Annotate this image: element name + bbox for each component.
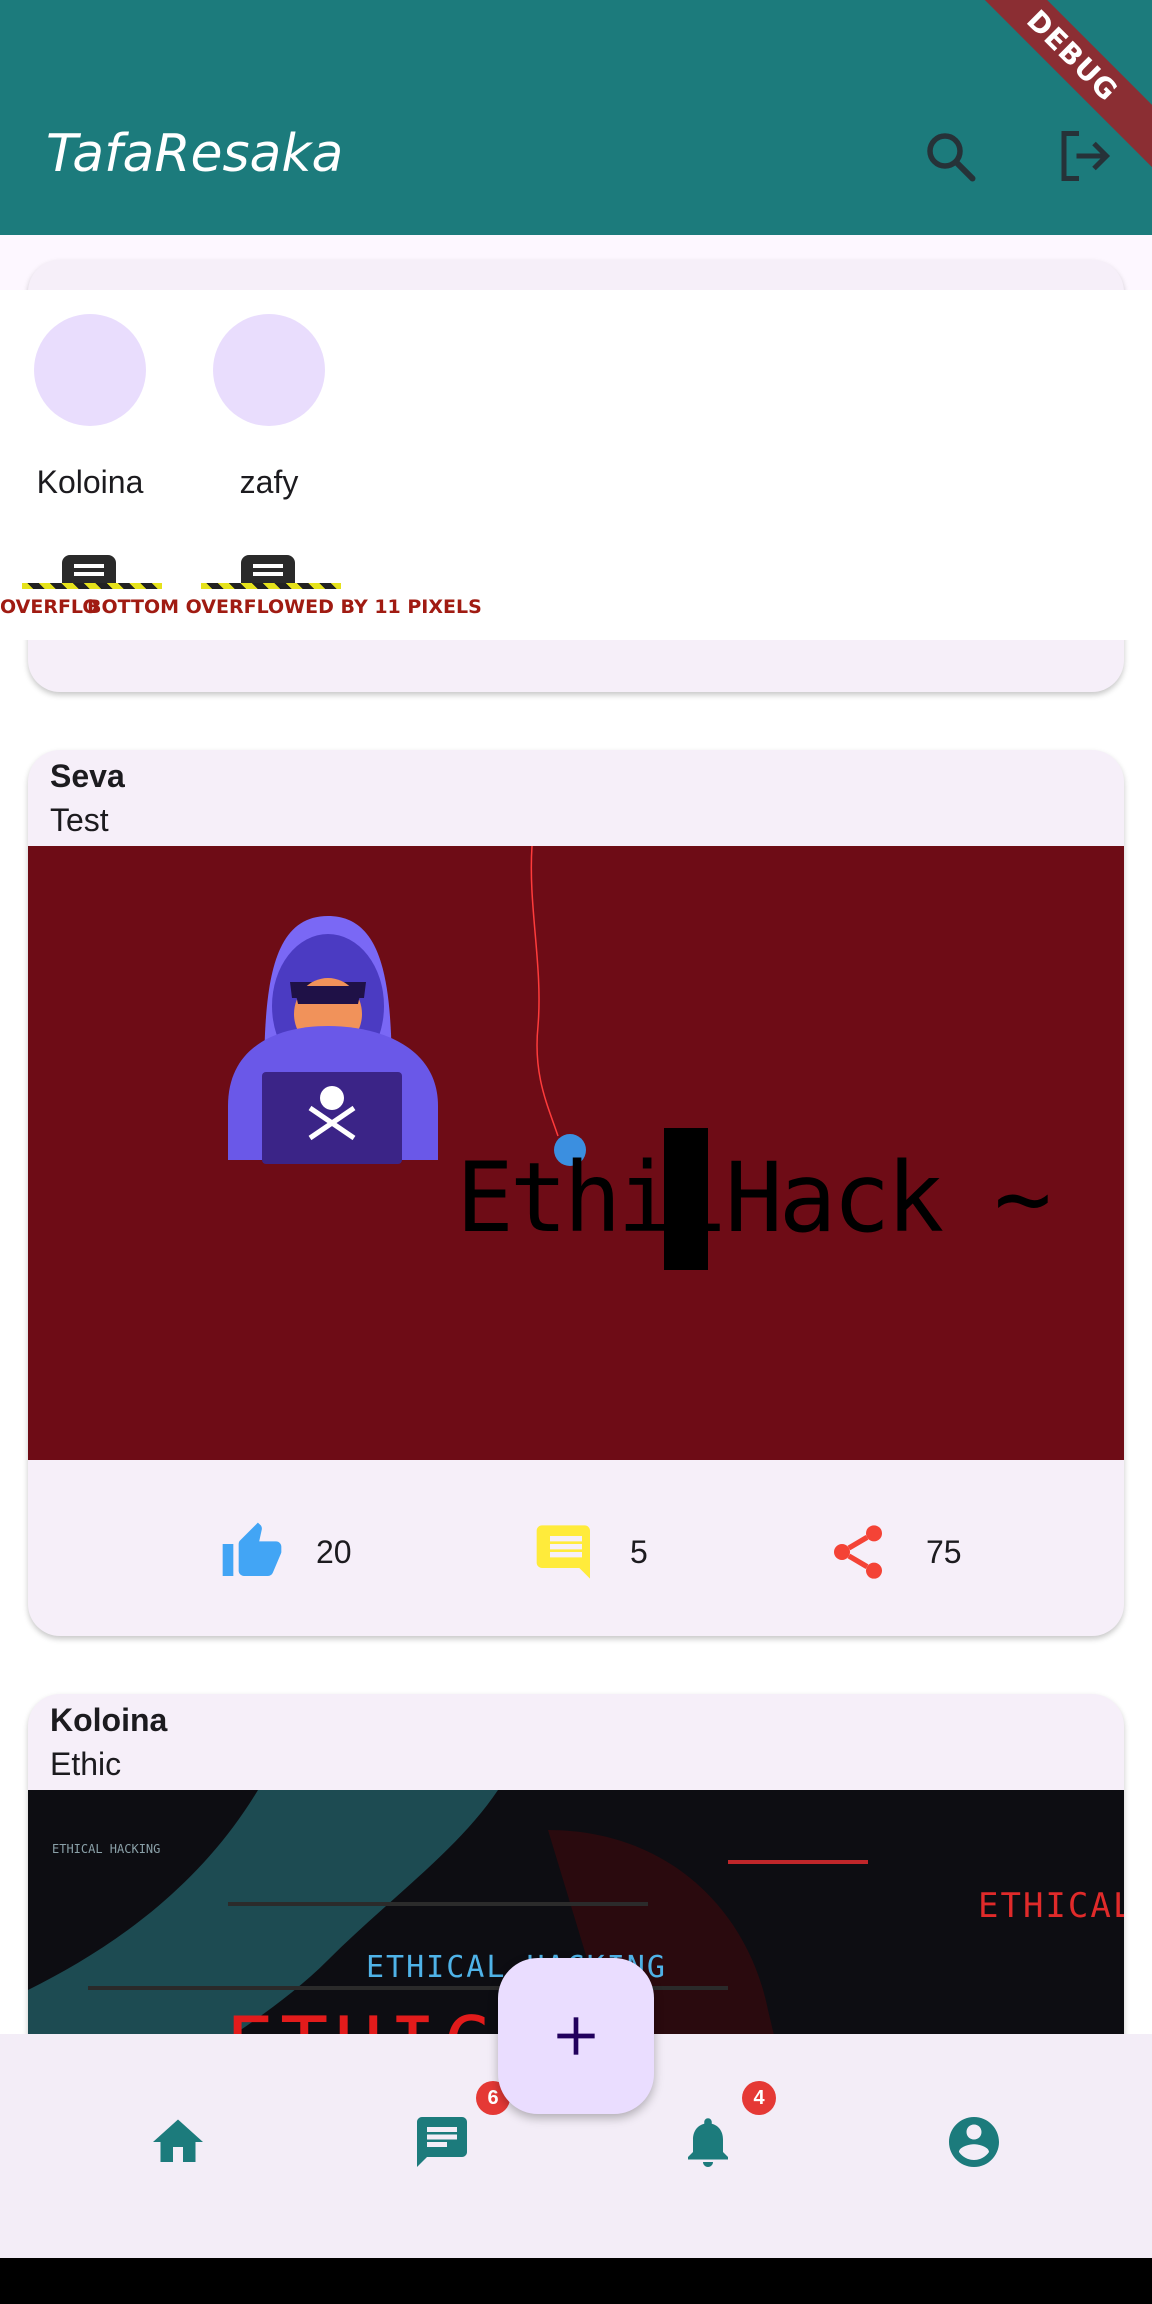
app-title: TafaResaka [46,124,344,184]
like-count: 20 [316,1534,352,1570]
comment-icon [536,1525,590,1579]
chat-icon[interactable] [412,2112,472,2172]
avatar[interactable] [213,314,325,426]
comment-button[interactable]: 5 [534,1520,674,1584]
overflow-stub [201,555,341,589]
share-icon [834,1525,882,1579]
post-image[interactable]: EthilHack ~ [28,845,1124,1460]
share-count: 75 [926,1534,962,1570]
home-icon[interactable] [148,2112,208,2172]
app-bar: TafaResaka DEBUG [0,0,1152,235]
comment-count: 5 [630,1534,648,1570]
overflow-warning: BOTTOM OVERFLOWED BY 11 PIXELS [87,596,482,618]
image-caption: EthilHack ~ [456,1142,1052,1254]
search-icon[interactable] [920,126,980,186]
bell-icon[interactable] [678,2112,738,2172]
post-actions: 20 5 75 [28,1460,1124,1636]
like-button[interactable]: 20 [220,1520,380,1584]
overflow-warning: OVERFLO [0,596,99,618]
image-text: ETHICAL [978,1886,1124,1926]
post-author: Koloina [50,1702,168,1738]
story-name: Koloina [36,464,144,500]
image-text: ETHICAL HACKING [52,1842,161,1856]
avatar[interactable] [34,314,146,426]
story-name: zafy [239,464,299,500]
notification-badge: 4 [742,2081,776,2115]
story-item[interactable]: zafy [179,314,359,501]
stories-row: Koloina zafy OVERFLO BOTTOM OVERFLOWED B… [0,290,1152,640]
overflow-stripe [201,583,341,589]
account-icon[interactable] [944,2112,1004,2172]
post-author: Seva [50,758,125,794]
post-text: Test [50,802,109,838]
story-item[interactable]: Koloina [0,314,180,501]
post-card: Seva Test EthilHack ~ 20 5 75 [28,750,1124,1636]
post-text: Ethic [50,1746,122,1782]
overflow-stub [22,555,162,589]
debug-banner: DEBUG [950,0,1152,178]
plus-icon [557,2017,595,2055]
system-nav-bar [0,2258,1152,2304]
share-button[interactable]: 75 [826,1520,1006,1584]
logout-icon[interactable] [1054,126,1114,186]
add-post-button[interactable] [498,1958,654,2114]
overflow-stripe [22,583,162,589]
thumb-up-icon [222,1522,282,1576]
